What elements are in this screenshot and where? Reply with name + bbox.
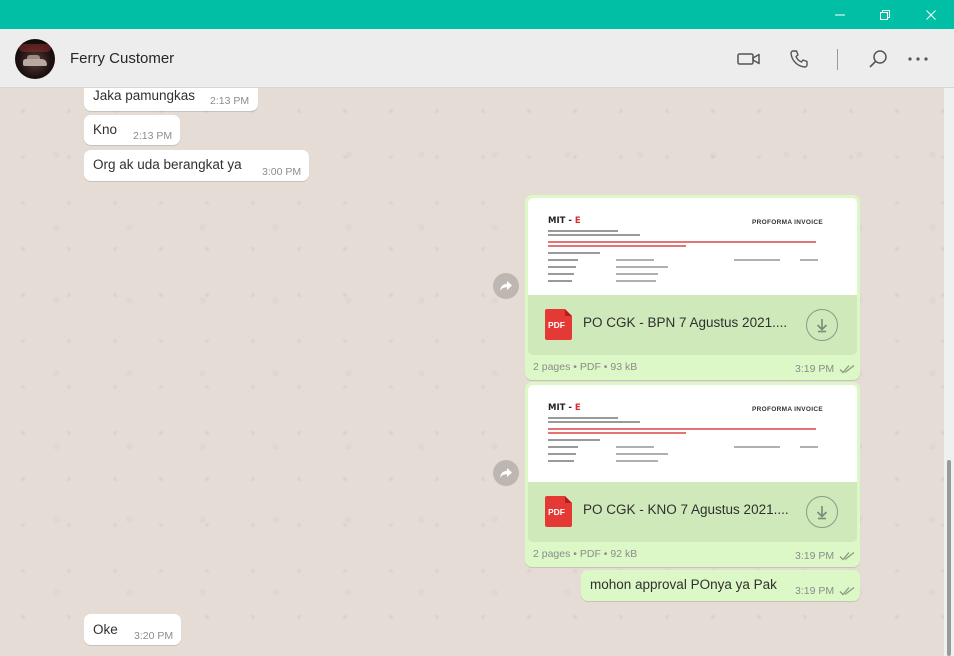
- forward-icon: [500, 281, 512, 291]
- read-ticks-icon: [839, 551, 855, 561]
- download-button[interactable]: [806, 496, 838, 528]
- scrollbar-thumb[interactable]: [947, 460, 951, 656]
- file-name: PO CGK - BPN 7 Agustus 2021....: [583, 315, 788, 330]
- message-text: Org ak uda berangkat ya: [93, 157, 242, 172]
- minimize-icon: [835, 14, 845, 15]
- document-logo: MIT - E: [548, 216, 581, 226]
- file-bar[interactable]: PDF PO CGK - KNO 7 Agustus 2021....: [528, 482, 857, 542]
- file-name: PO CGK - KNO 7 Agustus 2021....: [583, 502, 789, 517]
- chat-scrollbar[interactable]: [944, 88, 954, 656]
- document-message[interactable]: MIT - E PROFORMA INVOICE PDF PO CGK - BP…: [525, 195, 860, 380]
- forward-icon: [500, 468, 512, 478]
- message-time: 3:19 PM: [795, 363, 835, 375]
- pdf-file-icon: PDF: [545, 309, 572, 340]
- minimize-button[interactable]: [817, 0, 863, 29]
- document-title: PROFORMA INVOICE: [752, 406, 824, 413]
- file-meta: 2 pages • PDF • 92 kB: [533, 548, 638, 560]
- forward-button[interactable]: [493, 460, 519, 486]
- download-icon: [816, 506, 828, 520]
- video-call-icon: [737, 53, 760, 65]
- message-time: 2:13 PM: [133, 130, 173, 142]
- contact-name[interactable]: Ferry Customer: [70, 50, 174, 67]
- search-icon: [869, 50, 887, 68]
- message-time: 3:19 PM: [795, 550, 835, 562]
- message-text: Kno: [93, 122, 118, 137]
- more-options-icon: [908, 57, 928, 61]
- file-meta: 2 pages • PDF • 93 kB: [533, 361, 638, 373]
- more-options-button[interactable]: [903, 45, 933, 73]
- search-button[interactable]: [863, 45, 893, 73]
- message-time: 2:13 PM: [210, 95, 250, 107]
- document-logo: MIT - E: [548, 403, 581, 413]
- chat-header: Ferry Customer: [0, 29, 954, 88]
- message-time: 3:19 PM: [795, 585, 835, 597]
- header-separator: [837, 49, 838, 70]
- document-preview[interactable]: MIT - E PROFORMA INVOICE: [528, 198, 857, 295]
- document-preview[interactable]: MIT - E PROFORMA INVOICE: [528, 385, 857, 482]
- voice-call-icon: [790, 50, 808, 68]
- read-ticks-icon: [839, 364, 855, 374]
- pdf-file-icon: PDF: [545, 496, 572, 527]
- voice-call-button[interactable]: [784, 45, 814, 73]
- download-button[interactable]: [806, 309, 838, 341]
- message-text: mohon approval POnya ya Pak: [590, 577, 777, 592]
- window-titlebar: [0, 0, 954, 29]
- message-incoming[interactable]: Oke 3:20 PM: [84, 614, 181, 645]
- message-incoming[interactable]: Org ak uda berangkat ya 3:00 PM: [84, 150, 309, 181]
- close-button[interactable]: [908, 0, 954, 29]
- message-time: 3:20 PM: [134, 630, 174, 642]
- message-text: Oke: [93, 622, 118, 637]
- document-title: PROFORMA INVOICE: [752, 219, 824, 226]
- close-icon: [926, 9, 936, 20]
- restore-icon: [880, 9, 890, 20]
- message-time: 3:00 PM: [262, 166, 302, 178]
- message-incoming[interactable]: Kno 2:13 PM: [84, 115, 180, 145]
- download-icon: [816, 319, 828, 333]
- file-bar[interactable]: PDF PO CGK - BPN 7 Agustus 2021....: [528, 295, 857, 355]
- restore-button[interactable]: [862, 0, 908, 29]
- message-text: Jaka pamungkas: [93, 88, 196, 103]
- message-incoming[interactable]: Jaka pamungkas 2:13 PM: [84, 88, 258, 111]
- read-ticks-icon: [839, 586, 855, 596]
- chat-area[interactable]: Jaka pamungkas 2:13 PM Kno 2:13 PM Org a…: [0, 88, 954, 656]
- message-outgoing[interactable]: mohon approval POnya ya Pak 3:19 PM: [581, 570, 860, 601]
- document-message[interactable]: MIT - E PROFORMA INVOICE PDF PO CGK - KN…: [525, 382, 860, 567]
- video-call-button[interactable]: [734, 45, 764, 73]
- forward-button[interactable]: [493, 273, 519, 299]
- avatar[interactable]: [15, 39, 55, 79]
